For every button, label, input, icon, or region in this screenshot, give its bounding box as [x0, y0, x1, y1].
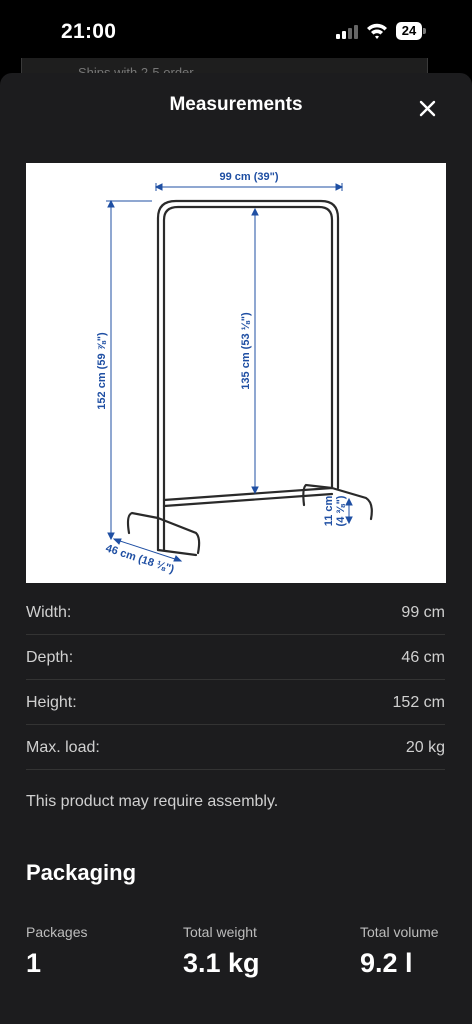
- measurements-sheet: Measurements 99 cm (39") 152 cm (59 ⅞") …: [0, 73, 472, 1024]
- assembly-note: This product may require assembly.: [26, 793, 279, 810]
- spec-row-height: Height: 152 cm: [26, 680, 445, 725]
- cellular-signal-icon: [336, 25, 358, 39]
- spec-value: 20 kg: [405, 739, 445, 756]
- total-volume-value: 9.2 l: [360, 948, 413, 978]
- width-dimension-label: 99 cm (39"): [219, 171, 278, 183]
- packages-value: 1: [26, 948, 42, 978]
- dimension-diagram: 99 cm (39") 152 cm (59 ⅞") 135 cm (53 ⅛"…: [26, 163, 446, 583]
- battery-level: 24: [396, 22, 422, 40]
- specs-table: Width: 99 cm Depth: 46 cm Height: 152 cm…: [26, 590, 445, 770]
- total-weight-stat: Total weight 3.1 kg: [183, 924, 260, 979]
- close-icon: [419, 100, 436, 117]
- total-volume-stat: Total volume 9.2 l: [360, 924, 439, 979]
- close-button[interactable]: [412, 93, 442, 123]
- status-bar: 21:00 24: [0, 0, 472, 64]
- spec-label: Depth:: [26, 649, 74, 666]
- foot-dimension-label-cm: 11 cm: [323, 495, 335, 526]
- packages-stat: Packages 1: [26, 924, 87, 979]
- clothes-rack-illustration: 99 cm (39") 152 cm (59 ⅞") 135 cm (53 ⅛"…: [96, 171, 373, 576]
- spec-value: 46 cm: [401, 649, 445, 666]
- spec-value: 152 cm: [392, 694, 445, 711]
- spec-row-width: Width: 99 cm: [26, 590, 445, 635]
- spec-label: Max. load:: [26, 739, 100, 756]
- foot-dimension-label-in: (4 ⅜"): [335, 495, 347, 526]
- spec-row-max-load: Max. load: 20 kg: [26, 725, 445, 770]
- total-weight-label: Total weight: [183, 924, 257, 940]
- total-weight-value: 3.1 kg: [183, 948, 260, 978]
- spec-label: Width:: [26, 604, 72, 621]
- total-volume-label: Total volume: [360, 924, 439, 940]
- spec-value: 99 cm: [401, 604, 445, 621]
- packaging-heading: Packaging: [26, 860, 137, 885]
- wifi-icon: [367, 23, 387, 39]
- spec-row-depth: Depth: 46 cm: [26, 635, 445, 680]
- battery-icon: 24: [396, 22, 426, 40]
- spec-label: Height:: [26, 694, 77, 711]
- status-time: 21:00: [61, 20, 117, 43]
- packages-label: Packages: [26, 924, 88, 940]
- modal-title: Measurements: [169, 94, 303, 115]
- inner-height-dimension-label: 135 cm (53 ⅛"): [240, 312, 252, 390]
- height-dimension-label: 152 cm (59 ⅞"): [96, 332, 108, 410]
